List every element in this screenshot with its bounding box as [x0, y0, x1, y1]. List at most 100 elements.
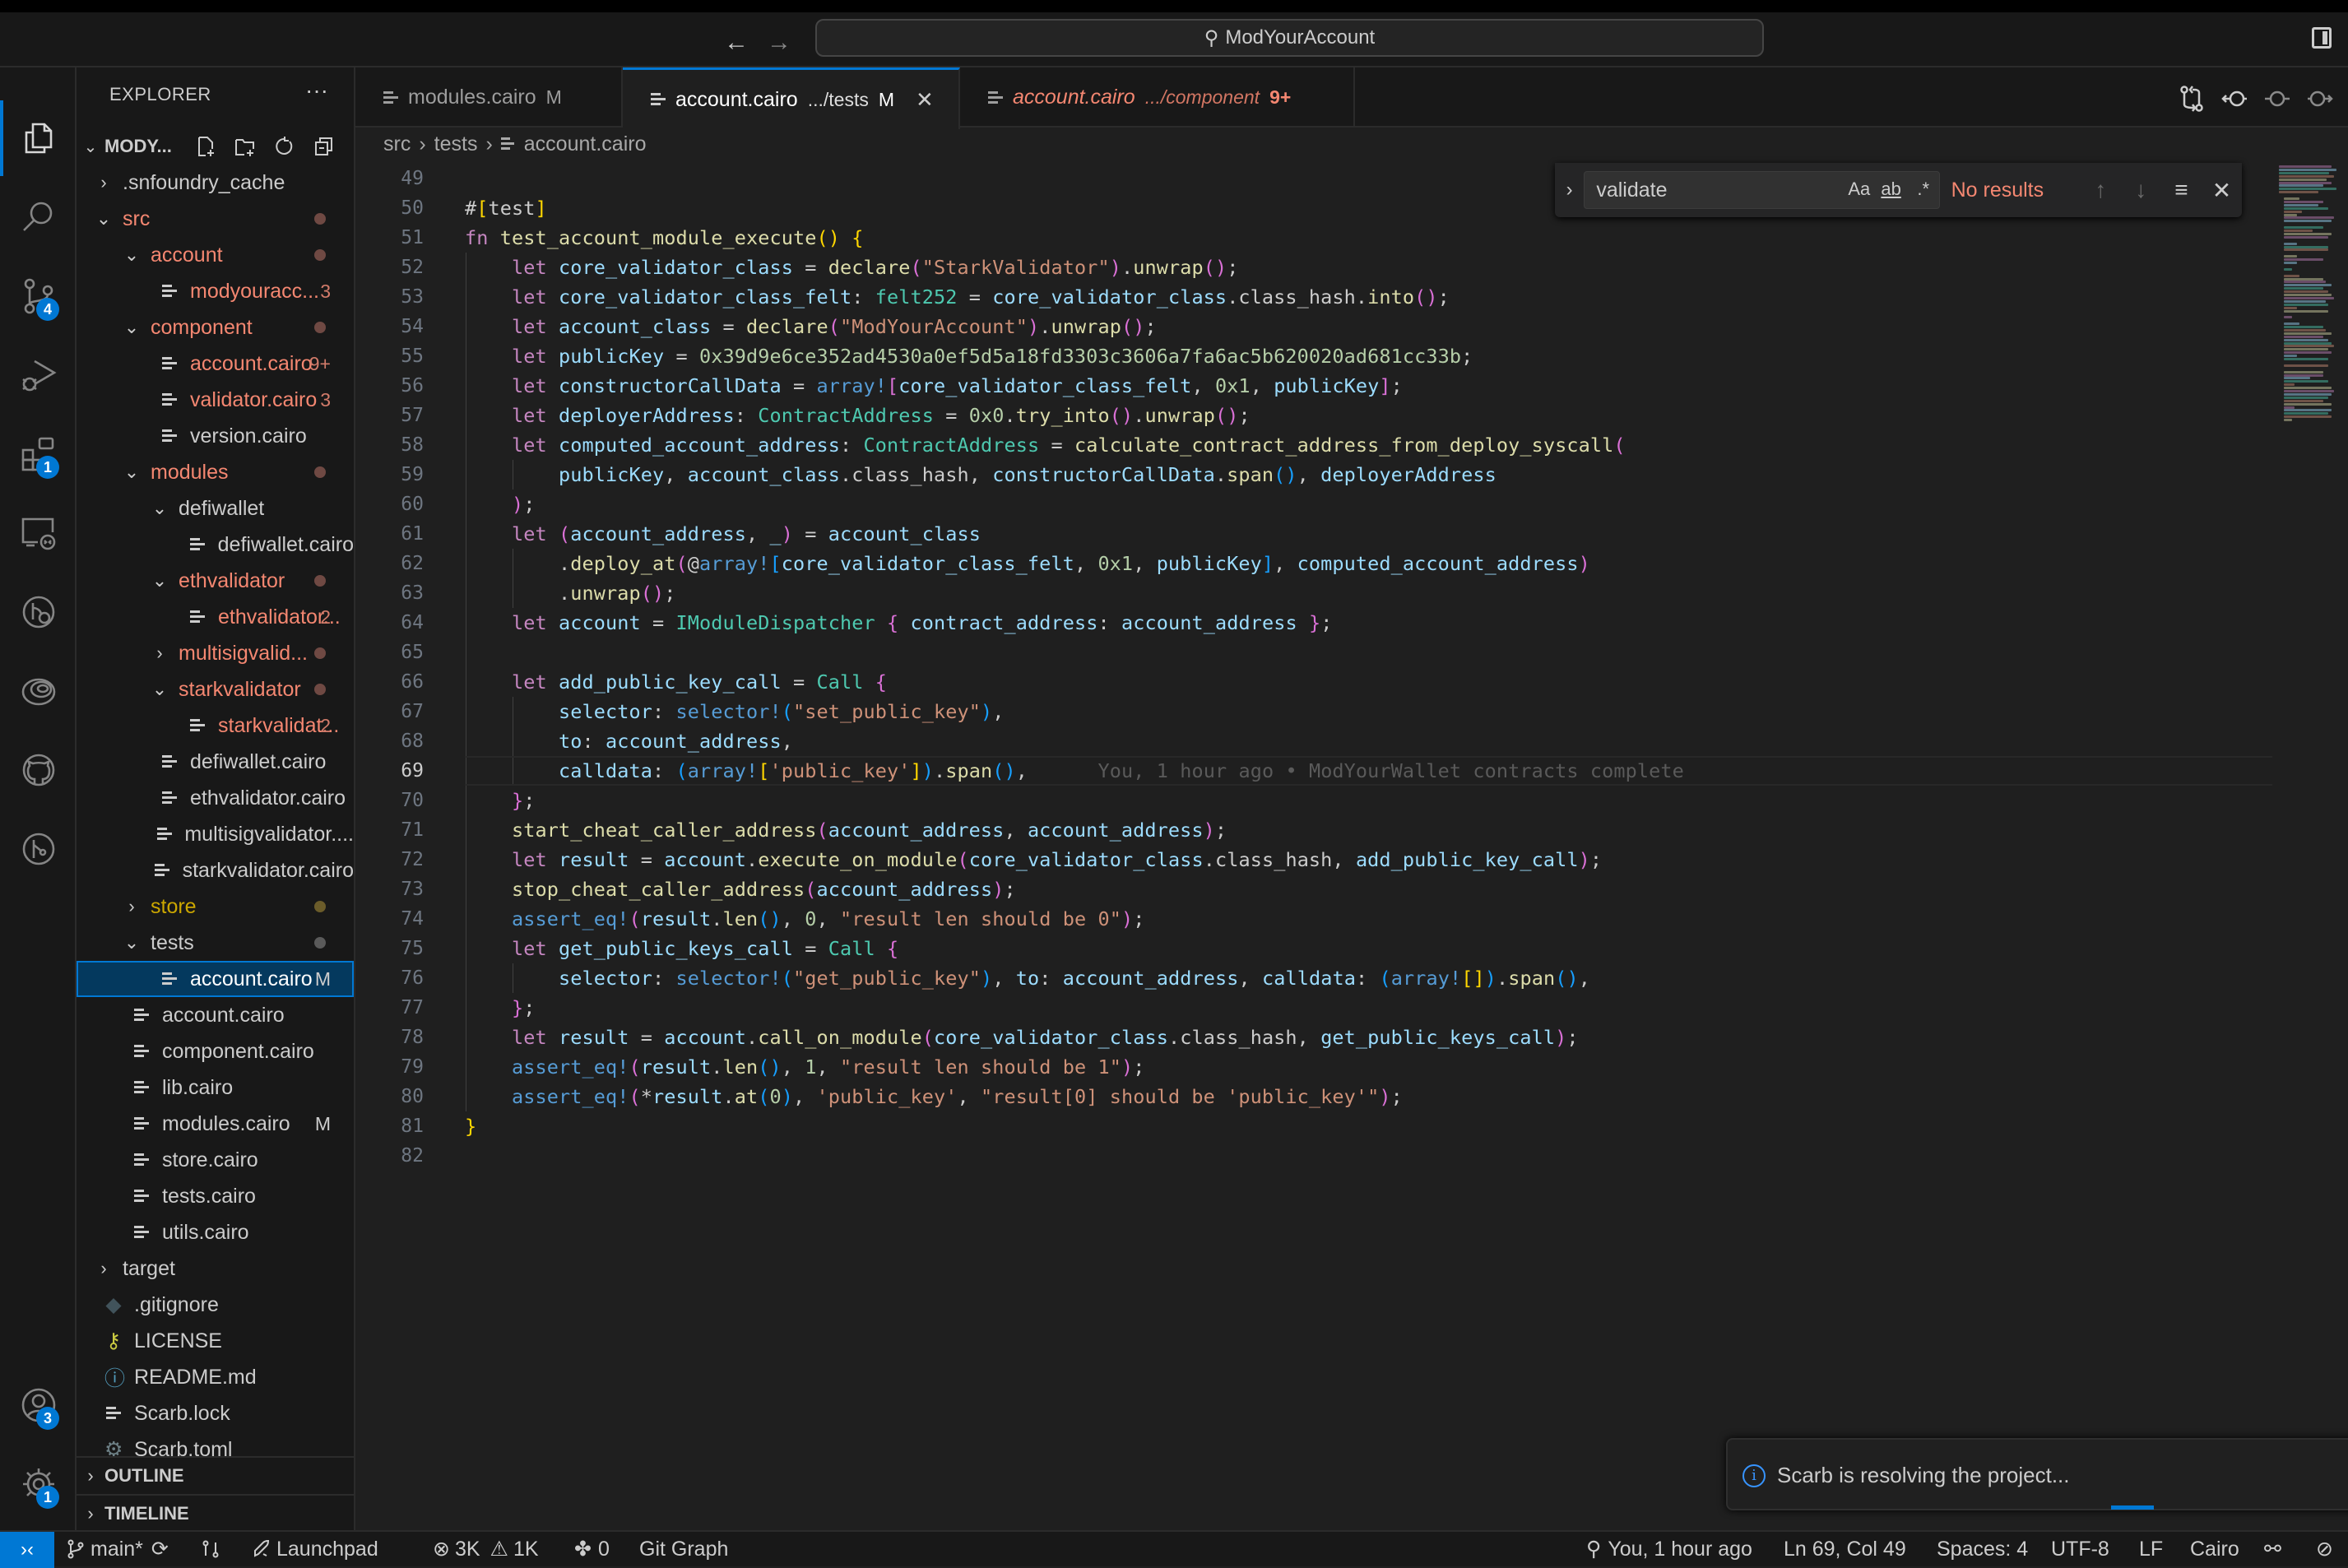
tree-file[interactable]: account.cairo 9+	[77, 346, 354, 382]
arrow-up-icon[interactable]: ↑	[2081, 177, 2121, 203]
activity-manage[interactable]: 1	[0, 1446, 77, 1522]
language-mode[interactable]: Cairo	[2190, 1532, 2239, 1566]
tab-modules-cairo[interactable]: modules.cairo M	[355, 67, 623, 128]
git-graph-button[interactable]: Git Graph	[639, 1532, 728, 1566]
tab-account-cairo-component[interactable]: account.cairo .../component 9+	[960, 67, 1355, 128]
activity-gitlens-inspect[interactable]	[0, 574, 77, 650]
activity-extensions[interactable]: 1	[0, 416, 77, 492]
graph-button[interactable]	[201, 1532, 225, 1566]
toggle-replace-chevron-icon[interactable]: ›	[1555, 179, 1584, 202]
minimap[interactable]	[2272, 160, 2348, 432]
code-line[interactable]: let constructorCallData = array![core_va…	[465, 371, 1403, 401]
breadcrumb-item[interactable]: src	[383, 132, 411, 156]
timeline-section-header[interactable]: › TIMELINE	[77, 1494, 354, 1532]
new-file-button[interactable]	[192, 130, 220, 163]
activity-starknet[interactable]	[0, 653, 77, 729]
whole-word-toggle[interactable]: ab	[1881, 179, 1900, 200]
new-folder-button[interactable]	[231, 130, 259, 163]
code-line[interactable]: let core_validator_class_felt: felt252 =…	[465, 282, 1450, 312]
code-line[interactable]: publicKey, account_class.class_hash, con…	[465, 460, 1497, 489]
end-of-line[interactable]: LF	[2139, 1532, 2163, 1566]
gitlens-commit-button[interactable]	[2259, 81, 2295, 117]
code-line[interactable]: .unwrap();	[465, 578, 675, 608]
tree-file[interactable]: lib.cairo	[77, 1069, 354, 1106]
cursor-position[interactable]: Ln 69, Col 49	[1784, 1532, 1906, 1566]
tree-file[interactable]: store.cairo	[77, 1142, 354, 1178]
activity-accounts[interactable]: 3	[0, 1367, 77, 1443]
find-input[interactable]: validate Aa ab .*	[1584, 171, 1940, 209]
match-case-toggle[interactable]: Aa	[1848, 179, 1870, 200]
tree-file[interactable]: ⚷ LICENSE	[77, 1323, 354, 1359]
code-line[interactable]: #[test]	[465, 193, 547, 223]
code-line[interactable]: fn test_account_module_execute() {	[465, 223, 863, 253]
code-line[interactable]: start_cheat_caller_address(account_addre…	[465, 815, 1227, 845]
tree-file[interactable]: defiwallet.cairo	[77, 527, 354, 563]
tree-file[interactable]: modules.cairo M	[77, 1106, 354, 1142]
gitlens-next-button[interactable]	[2302, 81, 2338, 117]
code-line[interactable]: };	[465, 993, 536, 1023]
code-line[interactable]: }	[465, 1111, 476, 1141]
notification-toast[interactable]: i Scarb is resolving the project...	[1726, 1438, 2348, 1510]
collapse-all-button[interactable]	[310, 130, 338, 163]
code-line[interactable]: calldata: (array!['public_key']).span(),…	[465, 756, 1684, 786]
activity-explorer[interactable]	[0, 100, 77, 176]
code-line[interactable]: let result = account.execute_on_module(c…	[465, 845, 1602, 874]
code-line[interactable]: stop_cheat_caller_address(account_addres…	[465, 874, 1016, 904]
tree-file[interactable]: starkvalidat... 2	[77, 707, 354, 744]
blame-indicator[interactable]: ⚲ You, 1 hour ago	[1586, 1532, 1752, 1566]
tree-folder[interactable]: › multisigvalid...	[77, 635, 354, 671]
tree-folder[interactable]: ⌄ tests	[77, 925, 354, 961]
tree-file[interactable]: ◆ .gitignore	[77, 1287, 354, 1323]
launchpad-button[interactable]: Launchpad	[252, 1532, 378, 1566]
more-actions-icon[interactable]: ···	[305, 77, 328, 104]
tree-folder[interactable]: ⌄ component	[77, 309, 354, 346]
close-icon[interactable]: ✕	[2202, 177, 2242, 204]
branch-indicator[interactable]: main* ⟳	[66, 1532, 169, 1566]
tree-file[interactable]: account.cairo M	[77, 961, 354, 997]
tree-file[interactable]: component.cairo	[77, 1033, 354, 1069]
arrow-right-icon[interactable]: →	[767, 29, 791, 57]
code-line[interactable]: assert_eq!(result.len(), 1, "result len …	[465, 1052, 1144, 1082]
code-line[interactable]: let account_class = declare("ModYourAcco…	[465, 312, 1157, 341]
open-changes-button[interactable]	[2174, 81, 2210, 117]
find-in-selection-icon[interactable]: ≡	[2161, 177, 2202, 203]
activity-source-control[interactable]: 4	[0, 258, 77, 334]
tab-account-cairo-tests[interactable]: account.cairo .../tests M ✕	[623, 67, 960, 129]
code-line[interactable]: selector: selector!("set_public_key"),	[465, 697, 1004, 726]
tree-file[interactable]: Scarb.lock	[77, 1395, 354, 1431]
tree-file[interactable]: utils.cairo	[77, 1214, 354, 1250]
code-line[interactable]: let account = IModuleDispatcher { contra…	[465, 608, 1332, 638]
code-line[interactable]: let publicKey = 0x39d9e6ce352ad4530a0ef5…	[465, 341, 1473, 371]
encoding[interactable]: UTF-8	[2051, 1532, 2109, 1566]
regex-toggle[interactable]: .*	[1917, 179, 1929, 200]
code-line[interactable]: let core_validator_class = declare("Star…	[465, 253, 1238, 282]
code-line[interactable]: selector: selector!("get_public_key"), t…	[465, 963, 1590, 993]
activity-github[interactable]	[0, 732, 77, 808]
outline-section-header[interactable]: › OUTLINE	[77, 1456, 354, 1494]
tree-folder[interactable]: › target	[77, 1250, 354, 1287]
tree-file[interactable]: defiwallet.cairo	[77, 744, 354, 780]
tree-file[interactable]: starkvalidator.cairo	[77, 852, 354, 888]
activity-remote-explorer[interactable]	[0, 495, 77, 571]
tree-file[interactable]: ⓘ README.md	[77, 1359, 354, 1395]
tree-file[interactable]: tests.cairo	[77, 1178, 354, 1214]
tree-file[interactable]: account.cairo	[77, 997, 354, 1033]
tree-folder[interactable]: ⌄ account	[77, 237, 354, 273]
tree-file[interactable]: multisigvalidator....	[77, 816, 354, 852]
ports-indicator[interactable]: ✤ 0	[574, 1532, 610, 1566]
tree-file[interactable]: ⚙ Scarb.toml	[77, 1431, 354, 1457]
gitlens-previous-button[interactable]	[2216, 81, 2253, 117]
tree-file[interactable]: ethvalidator.cairo	[77, 780, 354, 816]
sync-icon[interactable]: ⟳	[151, 1537, 169, 1561]
tree-file[interactable]: validator.cairo 3	[77, 382, 354, 418]
refresh-button[interactable]	[271, 130, 299, 163]
no-sync-status[interactable]: ⊘	[2316, 1532, 2333, 1566]
activity-git-graph[interactable]	[0, 811, 77, 887]
tree-file[interactable]: modyouracc... 3	[77, 273, 354, 309]
toggle-secondary-sidebar-icon[interactable]	[2312, 27, 2332, 49]
code-line[interactable]: let add_public_key_call = Call {	[465, 667, 887, 697]
copilot-status[interactable]: ⚯	[2264, 1532, 2281, 1566]
code-line[interactable]: let result = account.call_on_module(core…	[465, 1023, 1579, 1052]
code-line[interactable]: assert_eq!(*result.at(0), 'public_key', …	[465, 1082, 1403, 1111]
arrow-down-icon[interactable]: ↓	[2121, 177, 2161, 203]
